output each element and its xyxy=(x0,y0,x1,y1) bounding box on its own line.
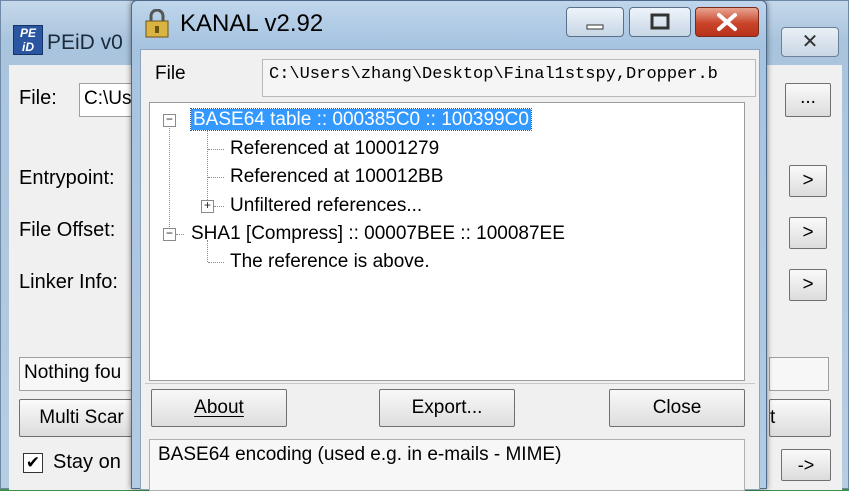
about-button-label: About xyxy=(194,397,244,418)
peid-status-field: Nothing fou xyxy=(19,357,144,391)
maximize-button[interactable] xyxy=(629,7,691,37)
tree-connector-line xyxy=(208,149,224,150)
tree-node-reference-2[interactable]: Referenced at 100012BB xyxy=(230,166,443,188)
tree-connector-line xyxy=(169,125,170,233)
peid-logo-icon: PE iD xyxy=(13,25,43,55)
export-button[interactable]: Export... xyxy=(379,389,515,427)
tree-connector-line xyxy=(176,234,184,235)
about-button[interactable]: About xyxy=(151,389,287,427)
collapse-toggle-icon[interactable]: − xyxy=(163,114,176,127)
peid-stay-on-top-checkbox[interactable]: ✔ xyxy=(23,453,43,473)
close-icon: ✕ xyxy=(801,31,819,53)
peid-close-button[interactable]: ✕ xyxy=(781,27,839,57)
peid-file-offset-arrow-button[interactable]: > xyxy=(789,217,827,249)
minimize-icon xyxy=(586,24,604,30)
peid-multi-scan-button[interactable]: Multi Scar xyxy=(19,399,144,437)
peid-entrypoint-label: Entrypoint: xyxy=(19,167,115,189)
expand-toggle-icon[interactable]: + xyxy=(201,200,214,213)
close-icon xyxy=(717,13,737,31)
peid-browse-button[interactable]: ... xyxy=(785,83,831,117)
peid-file-field[interactable]: C:\Us xyxy=(79,83,139,117)
close-window-button[interactable] xyxy=(695,7,759,37)
divider xyxy=(145,383,755,384)
kanal-window-title: KANAL v2.92 xyxy=(180,10,324,37)
kanal-file-path-field[interactable]: C:\Users\zhang\Desktop\Final1stspy,Dropp… xyxy=(262,59,756,97)
export-button-label: Export... xyxy=(411,397,483,418)
tree-node-base64[interactable]: BASE64 table :: 000385C0 :: 100399C0 xyxy=(190,108,532,131)
peid-file-label: File: xyxy=(19,87,57,109)
tree-node-sha1[interactable]: SHA1 [Compress] :: 00007BEE :: 100087EE xyxy=(191,223,565,245)
peid-bottom-arrow-button[interactable]: -> xyxy=(781,449,831,481)
peid-file-offset-label: File Offset: xyxy=(19,219,116,241)
close-button[interactable]: Close xyxy=(609,389,745,427)
peid-status-field-right xyxy=(769,357,829,391)
kanal-client-area: File C:\Users\zhang\Desktop\Final1stspy,… xyxy=(140,49,760,491)
kanal-window: KANAL v2.92 File C:\Users\zhang\Desktop\… xyxy=(131,0,767,491)
kanal-status-description: BASE64 encoding (used e.g. in e-mails - … xyxy=(149,439,745,491)
peid-right-button-label: t xyxy=(770,407,776,428)
kanal-file-label: File xyxy=(155,63,186,84)
peid-entrypoint-arrow-button[interactable]: > xyxy=(789,165,827,197)
peid-window-title: PEiD v0 xyxy=(47,31,123,54)
tree-connector-line xyxy=(207,127,208,206)
close-button-label: Close xyxy=(652,397,702,418)
peid-linker-info-label: Linker Info: xyxy=(19,271,118,293)
peid-right-button[interactable]: t xyxy=(769,399,831,437)
tree-node-base64-label: BASE64 table :: 000385C0 :: 100399C0 xyxy=(190,108,532,131)
minimize-button[interactable] xyxy=(566,7,624,37)
tree-connector-line xyxy=(208,262,224,263)
tree-connector-line xyxy=(208,177,224,178)
kanal-results-tree[interactable]: − BASE64 table :: 000385C0 :: 100399C0 R… xyxy=(149,102,745,381)
tree-connector-line xyxy=(214,206,224,207)
peid-stay-on-label: Stay on xyxy=(53,451,121,473)
maximize-icon xyxy=(650,13,670,30)
peid-logo-text: PE iD xyxy=(19,26,36,54)
kanal-app-icon xyxy=(145,9,169,38)
collapse-toggle-icon[interactable]: − xyxy=(163,228,176,241)
tree-node-unfiltered-references[interactable]: Unfiltered references... xyxy=(230,195,422,217)
tree-node-reference-note[interactable]: The reference is above. xyxy=(230,251,430,273)
peid-linker-info-arrow-button[interactable]: > xyxy=(789,269,827,301)
tree-node-reference-1[interactable]: Referenced at 10001279 xyxy=(230,138,439,160)
